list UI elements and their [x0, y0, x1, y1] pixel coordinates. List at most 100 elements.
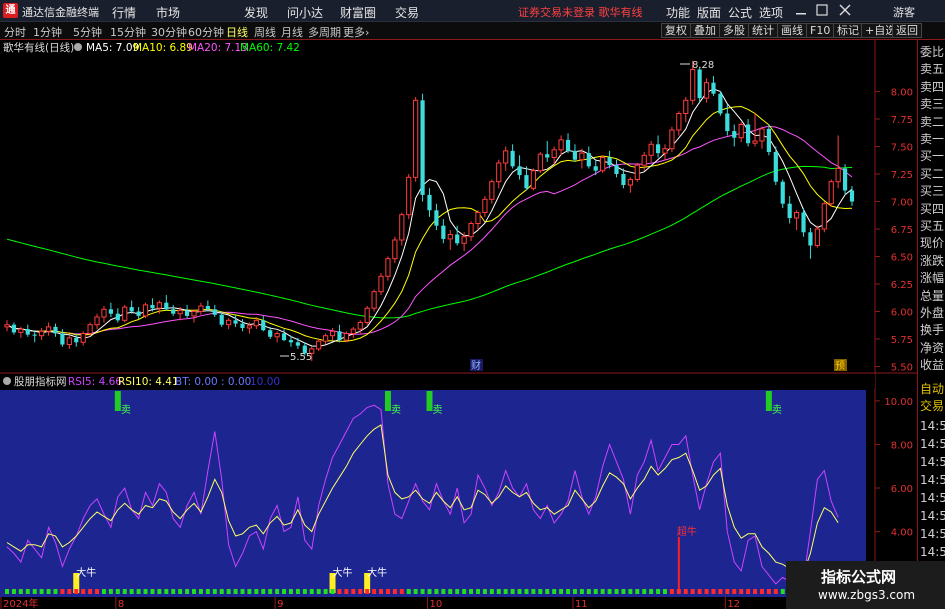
menu-jiaoyi[interactable]: 交易 — [395, 4, 419, 21]
close-icon[interactable] — [839, 4, 851, 16]
menu-wenxiaoda[interactable]: 问小达 — [287, 4, 323, 21]
candle-body — [66, 337, 72, 345]
quote-side-panel[interactable]: 委比 卖五 卖四 卖三 卖二 卖一 买一 买二 买三 买四 买五 现价 涨跌 涨幅 总量 外盘 换手 净资 收益 自动… — [917, 40, 945, 609]
period-weekly[interactable]: 周线 — [254, 24, 276, 40]
candle[interactable] — [87, 322, 93, 336]
trade-time: 14:56 — [920, 527, 945, 541]
candle[interactable] — [406, 174, 412, 220]
tool-duogu[interactable]: 多股 — [719, 23, 749, 38]
period-multi[interactable]: 多周期 — [308, 24, 341, 40]
candle[interactable] — [537, 152, 543, 173]
candle[interactable] — [814, 225, 820, 248]
login-notice[interactable]: 证券交易未登录 歌华有线 — [518, 4, 643, 20]
strip-square — [780, 589, 785, 594]
event-cai-marker[interactable]: 财 — [470, 359, 483, 372]
candle[interactable] — [420, 93, 425, 202]
main-y-tick-label: 8.00 — [891, 88, 913, 99]
candle-body — [385, 258, 391, 277]
candle[interactable] — [600, 155, 606, 173]
candle-body — [32, 334, 37, 336]
period-15min[interactable]: 15分钟 — [110, 24, 146, 40]
period-fenshi[interactable]: 分时 — [4, 24, 26, 40]
main-y-tick-label: 6.50 — [891, 253, 913, 264]
indicator-y-tick-label: 10.00 — [884, 397, 913, 408]
menu-gongshi[interactable]: 公式 — [728, 4, 752, 21]
candle[interactable] — [378, 273, 384, 295]
candle[interactable] — [634, 163, 640, 182]
period-1min[interactable]: 1分钟 — [33, 24, 62, 40]
period-60min[interactable]: 60分钟 — [188, 24, 224, 40]
tool-f10[interactable]: F10 — [806, 23, 835, 38]
candle[interactable] — [413, 97, 419, 182]
tool-biaoji[interactable]: 标记 — [833, 23, 863, 38]
period-5min[interactable]: 5分钟 — [73, 24, 102, 40]
maximize-icon[interactable] — [816, 4, 828, 16]
strip-square — [240, 589, 245, 594]
ma10-value: MA10: 6.89 — [133, 42, 193, 54]
tool-diejia[interactable]: 叠加 — [690, 23, 720, 38]
candle-body — [524, 175, 529, 189]
candle[interactable] — [842, 164, 848, 195]
candle[interactable] — [392, 236, 398, 264]
side-label: 买一 — [920, 149, 945, 164]
candle[interactable] — [718, 91, 723, 116]
period-30min[interactable]: 30分钟 — [151, 24, 187, 40]
high-marker-value: 8.28 — [692, 60, 714, 71]
candle[interactable] — [828, 179, 834, 208]
title-bar: 通 通达信金融终端 行情 市场 发现 问小达 财富圈 交易 证券交易未登录 歌华… — [0, 0, 945, 22]
strip-square — [635, 589, 640, 594]
indicator-toggle-icon[interactable] — [3, 377, 11, 385]
main-y-tick-label: 7.50 — [891, 143, 913, 154]
tool-tongji[interactable]: 统计 — [748, 23, 778, 38]
period-monthly[interactable]: 月线 — [281, 24, 303, 40]
strip-square — [642, 589, 647, 594]
legend-toggle-icon[interactable] — [74, 43, 82, 51]
candle[interactable] — [669, 126, 675, 152]
event-yu-marker[interactable]: 预 — [834, 359, 847, 372]
strip-square — [489, 589, 494, 594]
candle-body — [316, 340, 322, 350]
candle-body — [350, 328, 356, 335]
candle-body — [45, 326, 52, 332]
menu-hangqing[interactable]: 行情 — [112, 4, 136, 21]
chart-area[interactable]: 歌华有线(日线) MA5: 7.09 MA10: 6.89 MA20: 7.13… — [0, 40, 945, 609]
guest-label[interactable]: 游客 — [893, 4, 915, 20]
candle[interactable] — [766, 124, 771, 156]
candle-body — [39, 330, 45, 337]
strip-square — [67, 589, 72, 594]
minimize-icon[interactable] — [796, 13, 806, 15]
period-daily[interactable]: 日线 — [226, 24, 248, 40]
menu-xuanxiang[interactable]: 选项 — [759, 4, 783, 21]
menu-shichang[interactable]: 市场 — [156, 4, 180, 21]
sell-signal-label: 卖 — [391, 404, 401, 416]
candle[interactable] — [821, 201, 827, 233]
menu-caifuquan[interactable]: 财富圈 — [340, 4, 376, 21]
candle-body — [641, 154, 647, 166]
candle[interactable] — [530, 168, 536, 191]
candle-body — [718, 93, 723, 114]
candle[interactable] — [122, 304, 128, 323]
candle-body — [828, 181, 834, 205]
candle-body — [808, 232, 813, 246]
tool-fanhui[interactable]: 返回 — [892, 23, 922, 38]
candle[interactable] — [316, 339, 322, 352]
strip-square — [704, 589, 709, 594]
candle[interactable] — [773, 146, 778, 186]
candle-body — [87, 324, 93, 335]
candle-body — [101, 308, 107, 318]
strip-square — [309, 589, 314, 594]
menu-faxian[interactable]: 发现 — [244, 4, 268, 21]
candle[interactable] — [364, 306, 370, 325]
tool-huaxian[interactable]: 画线 — [777, 23, 807, 38]
main-y-tick-label: 5.75 — [891, 335, 913, 346]
period-more[interactable]: 更多› — [343, 24, 369, 40]
candle[interactable] — [371, 289, 377, 312]
strip-square — [649, 589, 654, 594]
menu-banmian[interactable]: 版面 — [697, 4, 721, 21]
candle[interactable] — [697, 67, 702, 103]
menu-gongneng[interactable]: 功能 — [666, 4, 690, 21]
tool-fuquan[interactable]: 复权 — [661, 23, 691, 38]
strip-square — [358, 589, 363, 594]
candle-body — [343, 333, 349, 341]
candle[interactable] — [142, 302, 149, 319]
